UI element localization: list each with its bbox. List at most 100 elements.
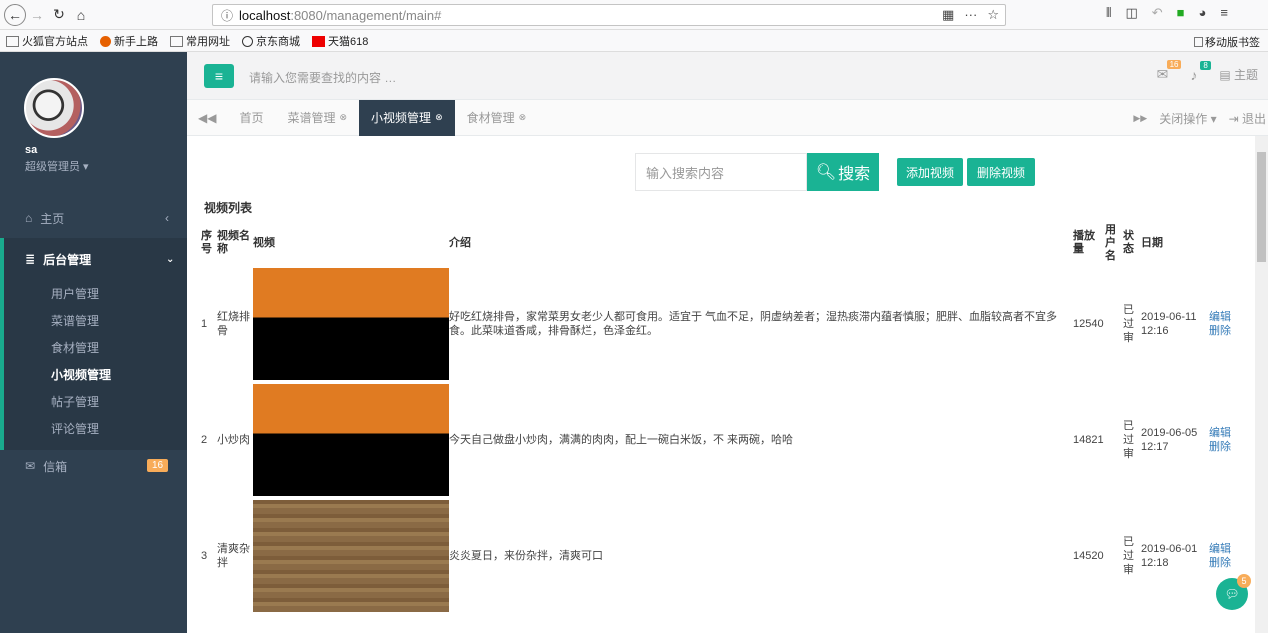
notifications-button[interactable]: ♪ 8 <box>1190 60 1211 83</box>
cell-no: 2 <box>201 434 208 446</box>
tab-label: 小视频管理 <box>371 111 432 125</box>
sidebar-item-home[interactable]: ⌂ 主页 ‹ <box>0 198 187 238</box>
home-icon[interactable]: ⌂ <box>70 4 92 26</box>
admin-icon: ≣ <box>25 252 36 266</box>
tab-ingredients[interactable]: 食材管理 ⊗ <box>455 100 539 136</box>
user-role: 超级管理员 <box>25 161 80 173</box>
close-ops-label: 关闭操作 <box>1159 111 1208 126</box>
logout-button[interactable]: ⇥ 退出 <box>1229 110 1266 127</box>
sidebar-item-posts[interactable]: 帖子管理 <box>4 388 187 415</box>
tab-recipes[interactable]: 菜谱管理 ⊗ <box>275 100 359 136</box>
browser-chrome: ← → ↻ ⌂ ⓘ localhost:8080/management/main… <box>0 0 1268 52</box>
tab-home[interactable]: 首页 <box>227 100 275 136</box>
scrollbar[interactable] <box>1255 136 1268 633</box>
messages-button[interactable]: ✉ 16 <box>1157 60 1182 83</box>
sidebar-item-comments[interactable]: 评论管理 <box>4 415 187 442</box>
delete-link[interactable]: 删除 <box>1209 440 1237 454</box>
mail-icon: ✉ <box>25 459 36 473</box>
cell-intro: 好吃红烧排骨，家常菜男女老少人都可食用。适宜于 气血不足，阴虚纳差者；湿热痰滞内… <box>449 311 1058 337</box>
close-icon[interactable]: ⊗ <box>519 112 527 123</box>
video-thumbnail[interactable] <box>253 384 449 496</box>
tabs-scroll-left[interactable]: ◀◀ <box>187 100 227 136</box>
cell-status: 已过审 <box>1123 420 1134 460</box>
cell-user <box>1105 266 1123 382</box>
bookmark-newbie[interactable]: 新手上路 <box>100 33 158 49</box>
reload-icon[interactable]: ↻ <box>48 4 70 26</box>
messages-count-badge: 16 <box>1166 60 1182 69</box>
back-icon[interactable]: ← <box>4 3 26 26</box>
close-icon[interactable]: ⊗ <box>435 112 443 123</box>
search-button[interactable]: 🔍︎ 搜索 <box>807 153 879 191</box>
video-search-input[interactable]: 输入搜索内容 <box>635 153 807 191</box>
browser-toolbar: ⫴ ◫ ↶ ■ ◕ ≡ <box>1106 5 1228 21</box>
user-role-dropdown[interactable]: 超级管理员 ▾ <box>25 158 89 174</box>
tab-videos[interactable]: 小视频管理 ⊗ <box>359 99 455 136</box>
library-icon[interactable]: ⫴ <box>1106 5 1111 21</box>
close-icon[interactable]: ⊗ <box>340 112 348 123</box>
url-bar[interactable]: ⓘ localhost:8080/management/main# ▦ ··· … <box>212 4 1006 26</box>
firefox-icon <box>100 35 111 47</box>
forward-icon[interactable]: → <box>26 4 48 26</box>
undo-icon[interactable]: ↶ <box>1152 5 1163 21</box>
sidebar-item-users[interactable]: 用户管理 <box>4 280 187 307</box>
bookmark-common[interactable]: 常用网址 <box>170 33 230 49</box>
sidebar-item-admin[interactable]: ≣ 后台管理 ⌄ <box>0 238 187 280</box>
avatar[interactable] <box>24 78 84 138</box>
tab-label: 首页 <box>239 111 264 125</box>
theme-icon: ▤ <box>1219 68 1234 82</box>
mail-count-badge: 16 <box>147 459 169 472</box>
bookmark-tmall[interactable]: 天猫618 <box>312 33 368 49</box>
close-ops-dropdown[interactable]: 关闭操作 ▾ <box>1159 110 1216 127</box>
theme-button[interactable]: ▤ 主题 <box>1219 66 1258 83</box>
edit-link[interactable]: 编辑 <box>1209 310 1237 324</box>
add-video-button[interactable]: 添加视频 <box>897 158 963 186</box>
top-actions: ✉ 16 ♪ 8 ▤ 主题 <box>1157 60 1258 83</box>
cell-actions: 编辑 删除 <box>1209 382 1237 498</box>
bookmark-label: 京东商城 <box>256 36 300 48</box>
delete-link[interactable]: 删除 <box>1209 324 1237 338</box>
sidebar-icon[interactable]: ◫ <box>1125 5 1137 21</box>
table-row: 3 清爽杂拌 炎炎夏日，来份杂拌，清爽可口 14520 已过审 2019-06-… <box>201 498 1237 614</box>
cell-status: 已过审 <box>1123 304 1134 344</box>
video-thumbnail[interactable] <box>253 268 449 380</box>
delete-video-button[interactable]: 删除视频 <box>967 158 1035 186</box>
sidebar-item-videos[interactable]: 小视频管理 <box>4 361 187 388</box>
menu-icon[interactable]: ≡ <box>1220 5 1228 21</box>
browser-navbar: ← → ↻ ⌂ ⓘ localhost:8080/management/main… <box>0 0 1268 30</box>
bookmark-label: 天猫618 <box>328 36 369 48</box>
cell-video <box>253 498 449 614</box>
menu-toggle-button[interactable]: ≡ <box>204 64 234 88</box>
edit-link[interactable]: 编辑 <box>1209 542 1237 556</box>
folder-icon <box>6 35 19 47</box>
cell-name: 小炒肉 <box>217 434 250 446</box>
sidebar-item-recipes[interactable]: 菜谱管理 <box>4 307 187 334</box>
cell-user <box>1105 382 1123 498</box>
delete-link[interactable]: 删除 <box>1209 556 1237 570</box>
sidebar-item-ingredients[interactable]: 食材管理 <box>4 334 187 361</box>
home-icon: ⌂ <box>25 211 33 225</box>
edit-link[interactable]: 编辑 <box>1209 426 1237 440</box>
chevron-down-icon: ⌄ <box>166 253 175 265</box>
double-right-icon[interactable]: ▶▶ <box>1133 113 1147 124</box>
addon-icon[interactable]: ◕ <box>1199 5 1207 21</box>
table-row: 2 小炒肉 今天自己做盘小炒肉，满满的肉肉，配上一碗白米饭，不 来两碗，哈哈 1… <box>201 382 1237 498</box>
more-icon[interactable]: ··· <box>964 7 977 23</box>
star-icon[interactable]: ☆ <box>987 7 999 23</box>
tab-label: 菜谱管理 <box>287 111 336 125</box>
video-thumbnail[interactable] <box>253 500 449 612</box>
scrollbar-thumb[interactable] <box>1257 152 1266 262</box>
col-intro: 介绍 <box>449 236 471 249</box>
bookmark-jd[interactable]: 京东商城 <box>242 33 300 49</box>
top-search-input[interactable]: 请输入您需要查找的内容 … <box>249 69 396 86</box>
extension-icon[interactable]: ■ <box>1177 5 1185 21</box>
logout-label: 退出 <box>1241 111 1266 126</box>
url-path: :8080/management/main# <box>290 7 442 23</box>
folder-icon <box>1194 37 1203 47</box>
info-icon: ⓘ <box>221 8 234 23</box>
sidebar-submenu: 用户管理 菜谱管理 食材管理 小视频管理 帖子管理 评论管理 <box>0 280 187 450</box>
col-actions <box>1209 220 1237 266</box>
bookmark-firefox[interactable]: 火狐官方站点 <box>6 33 88 49</box>
tab-bar: ◀◀ 首页 菜谱管理 ⊗ 小视频管理 ⊗ 食材管理 ⊗ ▶▶ 关闭操作 ▾ ⇥ 退出 <box>187 99 1268 136</box>
mobile-bookmarks[interactable]: 移动版书签 <box>1194 34 1260 50</box>
qr-icon[interactable]: ▦ <box>942 7 954 23</box>
